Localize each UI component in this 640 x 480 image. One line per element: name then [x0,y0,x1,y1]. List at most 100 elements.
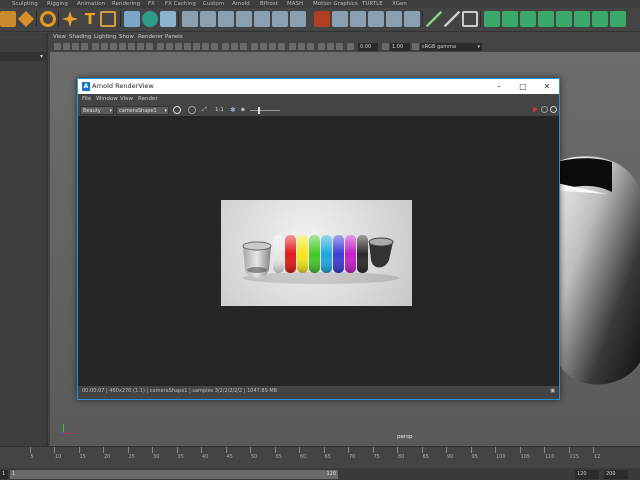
viewport-menu-lighting[interactable]: Lighting [94,33,116,42]
shelf-tab-animation[interactable]: Animation [77,0,105,8]
viewport-menu-view[interactable]: View [53,33,66,42]
shelf-tab-custom[interactable]: Custom [203,0,224,8]
exposure-icon[interactable] [327,43,334,50]
smooth-shade-icon[interactable] [166,43,173,50]
hud-icon[interactable] [289,43,296,50]
chevron-down-icon[interactable]: ▾ [40,52,43,61]
shelf-tab-sculpting[interactable]: Sculpting [12,0,38,8]
poly-d-icon[interactable] [538,11,554,27]
viewport-menu-panels[interactable]: Panels [165,33,183,42]
mesh-e-icon[interactable] [254,11,270,27]
exposure-slider-handle[interactable] [258,107,260,114]
wireframe-on-shaded-icon[interactable] [175,43,182,50]
wireframe-icon[interactable] [157,43,164,50]
range-start-field[interactable]: 1 [0,470,8,479]
mesh-g-icon[interactable] [290,11,306,27]
film-gate-icon[interactable] [101,43,108,50]
bookmark-icon[interactable] [72,43,79,50]
shelf-tab-rigging[interactable]: Rigging [47,0,68,8]
mesh-f-icon[interactable] [272,11,288,27]
sun-icon[interactable]: ✷ [240,106,248,114]
depth-of-field-icon[interactable] [278,43,285,50]
textured-icon[interactable] [184,43,191,50]
image-plane-icon[interactable] [81,43,88,50]
camera-select-icon[interactable] [54,43,61,50]
text-tool-icon[interactable]: T [82,11,98,27]
mesh-l-icon[interactable] [386,11,402,27]
camera-lock-icon[interactable] [63,43,70,50]
render-play-icon[interactable] [533,107,538,112]
exposure-slider[interactable] [250,110,280,111]
poly-count-icon[interactable] [298,43,305,50]
shelf-tab-mash[interactable]: MASH [287,0,303,8]
xray-joints-icon[interactable] [231,43,238,50]
svg-tool-icon[interactable] [100,11,116,27]
mesh-k-icon[interactable] [368,11,384,27]
window-titlebar[interactable]: A Arnold RenderView – □ ✕ [78,79,559,94]
glossy-object[interactable] [552,152,640,392]
ratio-label[interactable]: 1:1 [215,106,224,115]
colorspace-select[interactable]: sRGB gamma ▾ [420,43,482,51]
shadows-icon[interactable] [202,43,209,50]
mesh-d-icon[interactable] [236,11,252,27]
mesh-a-icon[interactable] [182,11,198,27]
xray-icon[interactable] [222,43,229,50]
poly-c-icon[interactable] [520,11,536,27]
poly-e-icon[interactable] [556,11,572,27]
pen-tool-icon[interactable] [444,11,460,27]
motion-blur-icon[interactable] [260,43,267,50]
shelf-tab-xgen[interactable]: XGen [392,0,407,8]
shelf-tab-turtle[interactable]: TURTLE [362,0,383,8]
view-transform-icon[interactable] [307,43,314,50]
time-slider[interactable]: 5 10 15 20 25 30 35 40 45 50 55 60 65 70 75 80 85 90 95 100… [0,446,640,469]
star-tool-icon[interactable] [62,11,78,27]
shelf-tab-fx[interactable]: FX [148,0,155,8]
view-lut-icon[interactable] [412,43,419,50]
transform-icon[interactable] [160,11,176,27]
safe-title-icon[interactable] [146,43,153,50]
snap-icon[interactable] [142,11,158,27]
gamma-field[interactable]: 1.00 [390,43,410,51]
ambient-occlusion-icon[interactable] [211,43,218,50]
anti-alias-icon[interactable] [269,43,276,50]
poly-b-icon[interactable] [502,11,518,27]
exposure-field[interactable]: 0.00 [358,43,378,51]
range-end-field[interactable]: 120 [575,470,599,479]
close-button[interactable]: ✕ [535,79,559,94]
viewport-menu-shading[interactable]: Shading [69,33,91,42]
range-slider[interactable]: 1 120 [10,470,338,479]
lights-icon[interactable] [193,43,200,50]
mesh-c-icon[interactable] [218,11,234,27]
aov-select[interactable]: Beauty ▾ [80,106,114,115]
poly-a-icon[interactable] [484,11,500,27]
rv-menu-window[interactable]: Window [96,94,118,104]
cube-select-icon[interactable] [124,11,140,27]
camera-attributes-icon[interactable] [251,43,258,50]
grease-pencil-icon[interactable] [318,43,325,50]
gate-mask-icon[interactable] [119,43,126,50]
field-chart-icon[interactable] [128,43,135,50]
animation-end-field[interactable]: 200 [604,470,628,479]
shelf-tab-arnold[interactable]: Arnold [232,0,250,8]
render-canvas[interactable] [78,116,559,386]
viewport-menu-renderer[interactable]: Renderer [138,33,163,42]
shelf-tab-motion-graphics[interactable]: Motion Graphics [313,0,358,8]
maximize-button[interactable]: □ [511,79,535,94]
zoom-out-icon[interactable] [188,106,196,114]
gear-icon[interactable] [550,106,557,113]
viewport-menu-show[interactable]: Show [119,33,134,42]
resolution-gate-icon[interactable] [110,43,117,50]
rv-menu-render[interactable]: Render [138,94,158,104]
poly-f-icon[interactable] [574,11,590,27]
mesh-h-icon[interactable] [314,11,330,27]
poly-h-icon[interactable] [610,11,626,27]
rv-menu-file[interactable]: File [82,94,91,104]
shelf-tab-rendering[interactable]: Rendering [112,0,140,8]
diamond-tool-icon[interactable] [18,11,34,27]
rv-menu-view[interactable]: View [120,94,133,104]
isolate-select-icon[interactable] [240,43,247,50]
bevel-tool-icon[interactable] [462,11,478,27]
gamma-icon[interactable] [336,43,343,50]
shelf-tab-fx-caching[interactable]: FX Caching [165,0,196,8]
gamma-toggle-icon[interactable] [382,43,389,50]
